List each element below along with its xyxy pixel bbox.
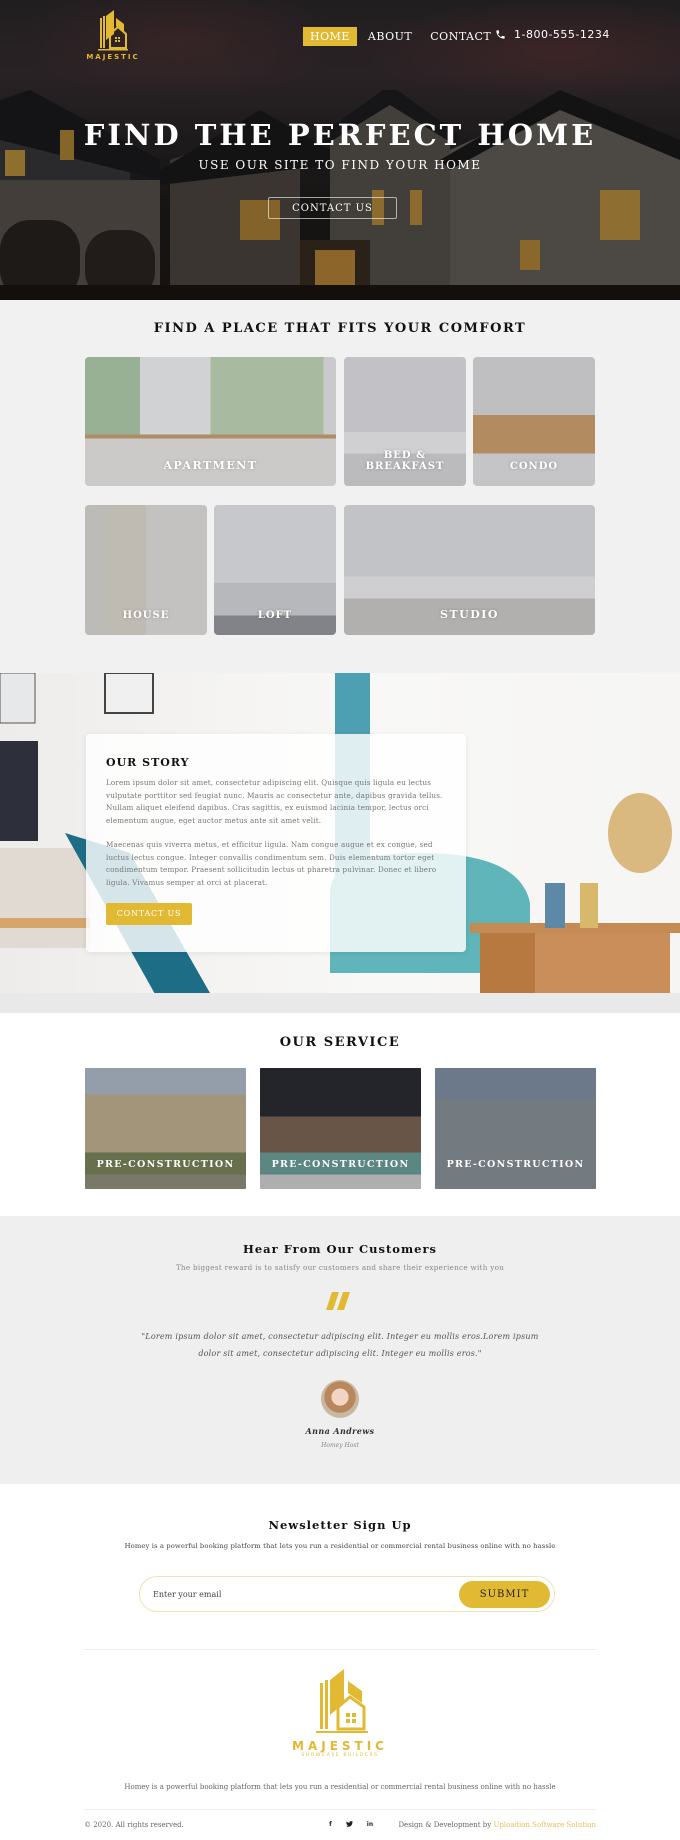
place-tile-studio[interactable]: STUDIO <box>344 505 595 635</box>
hero-subtitle: USE OUR SITE TO FIND YOUR HOME <box>198 158 482 172</box>
brand-logo[interactable]: MAJESTIC <box>84 10 142 62</box>
service-card[interactable]: PRE-CONSTRUCTION <box>435 1068 596 1189</box>
quote-icon <box>326 1292 350 1310</box>
nav-contact[interactable]: CONTACT <box>423 27 498 46</box>
credit: Design & Development by Uploadion Softwa… <box>398 1821 596 1829</box>
service-label: PRE-CONSTRUCTION <box>446 1159 585 1170</box>
service-title: OUR SERVICE <box>279 1035 401 1050</box>
submit-button[interactable]: SUBMIT <box>459 1580 550 1608</box>
footer: MAJESTIC SHOWCASE BUILDERS Homey is a po… <box>0 1649 680 1839</box>
testimonial-author: Anna Andrews <box>305 1426 375 1436</box>
newsletter-section: Newsletter Sign Up Homey is a powerful b… <box>0 1484 680 1649</box>
copyright: © 2020. All rights reserved. <box>84 1821 184 1829</box>
footer-divider <box>84 1649 596 1650</box>
place-tile-bed-breakfast[interactable]: BED & BREAKFAST <box>344 357 466 486</box>
service-section: OUR SERVICE PRE-CONSTRUCTION PRE-CONSTRU… <box>0 1013 680 1216</box>
story-title: OUR STORY <box>106 756 190 769</box>
phone-icon <box>496 30 505 39</box>
footer-bottom-bar: © 2020. All rights reserved. f in Design… <box>84 1821 596 1829</box>
building-logo-icon <box>98 10 128 51</box>
credit-link[interactable]: Uploadion Software Solution <box>493 1821 596 1829</box>
footer-divider <box>84 1809 596 1810</box>
service-label: PRE-CONSTRUCTION <box>271 1159 410 1170</box>
testimonial-section: Hear From Our Customers The biggest rewa… <box>0 1216 680 1484</box>
email-input[interactable] <box>153 1589 403 1599</box>
story-card: OUR STORY Lorem ipsum dolor sit amet, co… <box>86 734 466 952</box>
credit-prefix: Design & Development by <box>398 1821 492 1829</box>
service-card[interactable]: PRE-CONSTRUCTION <box>260 1068 421 1189</box>
place-tile-apartment[interactable]: APARTMENT <box>85 357 336 486</box>
phone-link[interactable]: 1-800-555-1234 <box>495 28 610 41</box>
place-tile-condo[interactable]: CONDO <box>473 357 595 486</box>
newsletter-description: Homey is a powerful booking platform tha… <box>124 1542 556 1550</box>
nav-home[interactable]: HOME <box>303 27 357 46</box>
facebook-icon[interactable]: f <box>329 1821 332 1829</box>
hero-title: FIND THE PERFECT HOME <box>83 118 597 152</box>
footer-brand-tagline: SHOWCASE BUILDERS <box>301 1753 379 1758</box>
nav-about[interactable]: ABOUT <box>361 27 419 46</box>
place-tile-house[interactable]: HOUSE <box>85 505 207 635</box>
testimonial-title: Hear From Our Customers <box>243 1242 437 1256</box>
service-label: PRE-CONSTRUCTION <box>96 1159 235 1170</box>
building-logo-icon <box>316 1669 368 1733</box>
place-label: STUDIO <box>440 608 499 621</box>
story-paragraph: Lorem ipsum dolor sit amet, consectetur … <box>106 778 443 825</box>
place-label: APARTMENT <box>163 459 258 472</box>
phone-number: 1-800-555-1234 <box>514 28 610 41</box>
place-label: HOUSE <box>122 610 170 621</box>
footer-logo[interactable]: MAJESTIC SHOWCASE BUILDERS <box>290 1669 390 1764</box>
story-paragraph: Maecenas quis viverra metus, et efficitu… <box>106 840 437 887</box>
linkedin-icon[interactable]: in <box>367 1821 373 1829</box>
social-links: f in <box>329 1821 373 1829</box>
testimonial-avatar <box>321 1380 359 1418</box>
story-section: OUR STORY Lorem ipsum dolor sit amet, co… <box>0 673 680 1013</box>
service-card[interactable]: PRE-CONSTRUCTION <box>85 1068 246 1189</box>
footer-brand-name: MAJESTIC <box>292 1739 388 1753</box>
testimonial-quote: "Lorem ipsum dolor sit amet, consectetur… <box>141 1332 539 1358</box>
place-tile-loft[interactable]: LOFT <box>214 505 336 635</box>
hero-section: MAJESTIC HOME ABOUT CONTACT 1-800-555-12… <box>0 0 680 300</box>
place-label: BED & BREAKFAST <box>365 450 445 472</box>
footer-description: Homey is a powerful booking platform tha… <box>124 1783 556 1791</box>
main-nav: HOME ABOUT CONTACT <box>303 27 502 46</box>
newsletter-title: Newsletter Sign Up <box>268 1518 412 1532</box>
brand-name: MAJESTIC <box>86 53 140 61</box>
testimonial-role: Homey Host <box>321 1442 359 1449</box>
place-label: LOFT <box>257 610 293 621</box>
newsletter-form: SUBMIT <box>139 1576 555 1612</box>
hero-contact-button[interactable]: CONTACT US <box>268 197 397 219</box>
places-title: FIND A PLACE THAT FITS YOUR COMFORT <box>153 321 527 336</box>
twitter-icon[interactable] <box>345 1821 353 1829</box>
places-section: FIND A PLACE THAT FITS YOUR COMFORT APAR… <box>0 300 680 673</box>
story-contact-button[interactable]: CONTACT US <box>106 902 192 925</box>
testimonial-subtitle: The biggest reward is to satisfy our cus… <box>175 1263 505 1272</box>
place-label: CONDO <box>509 461 559 472</box>
